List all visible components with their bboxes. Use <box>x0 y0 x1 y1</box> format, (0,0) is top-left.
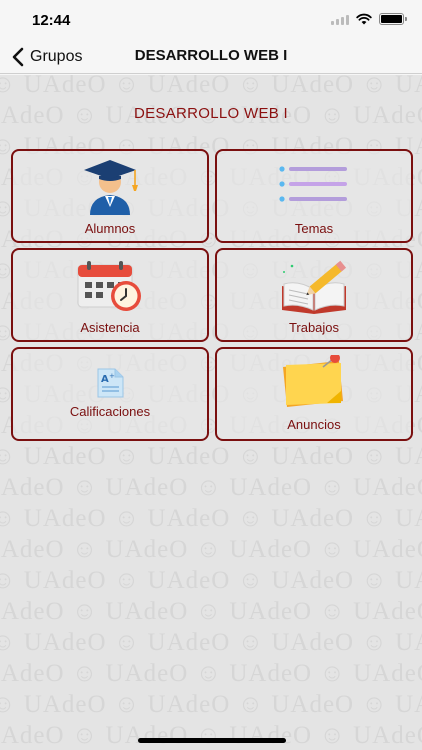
content-area: ☺ UAdeO ☺ UAdeO ☺ UAdeO ☺ U AdeO ☺ UAdeO … <box>0 75 422 750</box>
signal-icon <box>331 14 349 25</box>
status-time: 12:44 <box>32 12 71 29</box>
menu-card-anuncios[interactable]: Anuncios <box>215 347 413 441</box>
watermark-row: ☺ UAdeO ☺ UAdeO ☺ UAdeO ☺ UAdeO ☺ UAdeO <box>0 536 422 563</box>
watermark-row: ☺ UAdeO ☺ UAdeO ☺ UAdeO ☺ UAdeO ☺ UAdeO <box>0 660 422 687</box>
status-bar: 12:44 <box>0 0 422 40</box>
menu-card-trabajos[interactable]: Trabajos <box>215 248 413 342</box>
watermark-row: ☺ UAdeO ☺ UAdeO ☺ UAdeO ☺ UAdeO ☺ UAdeO <box>0 567 422 594</box>
menu-card-alumnos[interactable]: Alumnos <box>11 149 209 243</box>
watermark-row: ☺ UAdeO ☺ UAdeO ☺ UAdeO ☺ UAdeO ☺ UAdeO <box>0 75 422 98</box>
menu-card-asistencia[interactable]: Asistencia <box>11 248 209 342</box>
navigation-bar: Grupos DESARROLLO WEB I <box>0 40 422 74</box>
grade-document-icon: A + <box>97 368 124 398</box>
home-indicator <box>138 738 286 743</box>
watermark-row: ☺ UAdeO ☺ UAdeO ☺ UAdeO ☺ UAdeO ☺ UAdeO <box>0 629 422 656</box>
menu-card-temas[interactable]: Temas <box>215 149 413 243</box>
status-icons <box>331 13 407 25</box>
watermark-row: ☺ UAdeO ☺ UAdeO ☺ UAdeO ☺ UAdeO ☺ UAdeO <box>0 443 422 470</box>
menu-card-label: Asistencia <box>80 320 140 335</box>
watermark-row: ☺ UAdeO ☺ UAdeO ☺ UAdeO ☺ UAdeO ☺ UAdeO <box>0 722 422 749</box>
watermark-row: ☺ UAdeO ☺ UAdeO ☺ UAdeO ☺ UAdeO ☺ UAdeO <box>0 691 422 718</box>
watermark-row: ☺ UAdeO ☺ UAdeO ☺ UAdeO ☺ UAdeO ☺ UAdeO <box>0 474 422 501</box>
watermark-row: ☺ UAdeO ☺ UAdeO ☺ UAdeO ☺ UAdeO ☺ UAdeO <box>0 505 422 532</box>
svg-text:A: A <box>101 374 109 385</box>
wifi-icon <box>356 13 372 25</box>
menu-card-label: Calificaciones <box>69 404 151 419</box>
calendar-clock-icon <box>77 261 141 311</box>
svg-text:+: + <box>109 372 115 380</box>
menu-card-label: Temas <box>294 221 334 236</box>
menu-card-label: Trabajos <box>288 320 340 335</box>
sticky-note-icon <box>283 355 343 407</box>
book-pencil-icon <box>282 260 347 314</box>
page-title: DESARROLLO WEB I <box>133 105 288 122</box>
list-lines-icon <box>279 166 347 202</box>
graduate-icon <box>84 160 138 215</box>
menu-card-label: Anuncios <box>287 417 341 432</box>
menu-card-calificaciones[interactable]: A + Calificaciones <box>11 347 209 441</box>
nav-title: DESARROLLO WEB I <box>134 47 288 64</box>
menu-card-label: Alumnos <box>84 221 136 236</box>
watermark-row: ☺ UAdeO ☺ UAdeO ☺ UAdeO ☺ UAdeO ☺ UAdeO <box>0 598 422 625</box>
battery-icon <box>379 13 407 25</box>
